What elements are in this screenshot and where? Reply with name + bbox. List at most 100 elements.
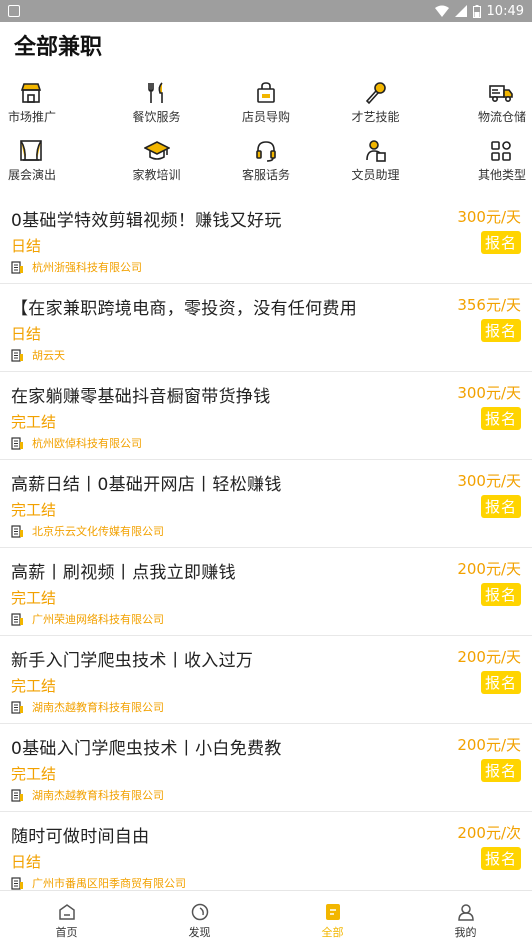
job-item[interactable]: 0基础学特效剪辑视频！赚钱又好玩 日结 杭州浙强科技有限公司 300元/天 报名 [0,196,532,284]
building-icon [11,260,23,274]
signal-icon [454,5,467,17]
job-title: 新手入门学爬虫技术丨收入过万 [11,651,254,671]
tab-all[interactable]: 全部 [266,891,399,946]
category-label: 物流仓储 [477,110,526,124]
category-label: 店员导购 [241,110,290,124]
company-info: 湖南杰越教育科技有限公司 [11,787,164,803]
apply-button[interactable]: 报名 [480,319,521,342]
tab-home[interactable]: 首页 [0,891,133,946]
category-logistics[interactable]: 物流仓储 [432,72,532,130]
company-name: 杭州欧倬科技有限公司 [32,437,142,450]
salary: 200元/天 [457,648,521,666]
stage-icon [20,140,42,161]
category-grid: 市场推广 餐饮服务 店员导购 才艺技能 物流仓储 展会演出 家教培训 客服话务 … [0,68,532,188]
company-name: 广州市番禺区阳季商贸有限公司 [32,877,186,890]
apply-button[interactable]: 报名 [480,759,521,782]
apply-button[interactable]: 报名 [480,495,521,518]
salary: 200元/天 [457,736,521,754]
job-item[interactable]: 随时可做时间自由 日结 广州市番禺区阳季商贸有限公司 200元/次 报名 [0,812,532,900]
category-talent-skills[interactable]: 才艺技能 [323,72,429,130]
category-other[interactable]: 其他类型 [432,130,532,188]
category-shop-assistant[interactable]: 店员导购 [213,72,319,130]
headset-icon [256,141,276,162]
category-row: 市场推广 餐饮服务 店员导购 才艺技能 物流仓储 [0,72,532,130]
company-info: 北京乐云文化传媒有限公司 [11,523,164,539]
category-market-promotion[interactable]: 市场推广 [0,72,100,130]
job-title: 随时可做时间自由 [11,827,150,847]
pay-type: 完工结 [11,413,57,431]
shopping-bag-icon [257,82,275,103]
tab-mine[interactable]: 我的 [399,891,532,946]
company-info: 杭州欧倬科技有限公司 [11,435,142,451]
notification-icon [8,5,20,17]
category-catering[interactable]: 餐饮服务 [104,72,210,130]
apply-button[interactable]: 报名 [480,671,521,694]
category-label: 展会演出 [8,168,57,182]
job-title: 0基础入门学爬虫技术丨小白免费教 [11,739,282,759]
bottom-tab-bar: 首页 发现 全部 我的 [0,890,532,946]
pay-type: 完工结 [11,765,57,783]
category-label: 才艺技能 [351,110,400,124]
company-info: 胡云天 [11,347,65,363]
category-tutoring[interactable]: 家教培训 [104,130,210,188]
page-header: 全部兼职 [0,22,532,68]
grid-icon [491,141,511,161]
compass-icon [191,903,208,920]
user-icon [457,903,474,921]
company-name: 湖南杰越教育科技有限公司 [32,789,164,802]
category-label: 市场推广 [8,110,57,124]
job-item[interactable]: 在家躺赚零基础抖音橱窗带货挣钱 完工结 杭州欧倬科技有限公司 300元/天 报名 [0,372,532,460]
job-list: 0基础学特效剪辑视频！赚钱又好玩 日结 杭州浙强科技有限公司 300元/天 报名… [0,196,532,900]
job-title: 高薪丨刷视频丨点我立即赚钱 [11,563,236,583]
home-icon [58,903,75,920]
truck-icon [489,85,513,103]
company-info: 广州荣迪网络科技有限公司 [11,611,164,627]
building-icon [11,788,23,802]
apply-button[interactable]: 报名 [480,407,521,430]
company-info: 湖南杰越教育科技有限公司 [11,699,164,715]
building-icon [11,700,23,714]
pay-type: 日结 [11,325,42,343]
category-customer-service[interactable]: 客服话务 [213,130,319,188]
company-info: 杭州浙强科技有限公司 [11,259,142,275]
page-title: 全部兼职 [14,35,103,60]
job-title: 高薪日结丨0基础开网店丨轻松赚钱 [11,475,282,495]
fork-knife-icon [147,82,163,103]
salary: 356元/天 [457,296,521,314]
clock: 10:49 [486,3,524,19]
job-title: 0基础学特效剪辑视频！赚钱又好玩 [11,211,282,231]
salary: 200元/次 [457,824,521,842]
building-icon [11,876,23,890]
apply-button[interactable]: 报名 [480,847,521,870]
category-label: 家教培训 [132,168,181,182]
job-item[interactable]: 高薪丨刷视频丨点我立即赚钱 完工结 广州荣迪网络科技有限公司 200元/天 报名 [0,548,532,636]
tab-label: 全部 [321,925,344,939]
apply-button[interactable]: 报名 [480,583,521,606]
job-item[interactable]: 高薪日结丨0基础开网店丨轻松赚钱 完工结 北京乐云文化传媒有限公司 300元/天… [0,460,532,548]
pay-type: 日结 [11,237,42,255]
pay-type: 日结 [11,853,42,871]
job-title: 在家躺赚零基础抖音橱窗带货挣钱 [11,387,271,407]
job-item[interactable]: 0基础入门学爬虫技术丨小白免费教 完工结 湖南杰越教育科技有限公司 200元/天… [0,724,532,812]
building-icon [11,348,23,362]
tab-discover[interactable]: 发现 [133,891,266,946]
category-label: 餐饮服务 [132,110,181,124]
status-bar: 10:49 [0,0,532,22]
company-info: 广州市番禺区阳季商贸有限公司 [11,875,186,891]
apply-button[interactable]: 报名 [480,231,521,254]
graduation-cap-icon [143,141,170,160]
company-name: 湖南杰越教育科技有限公司 [32,701,164,714]
pay-type: 完工结 [11,501,57,519]
category-exhibition[interactable]: 展会演出 [0,130,100,188]
pay-type: 完工结 [11,589,57,607]
shop-icon [20,83,42,103]
job-item[interactable]: 【在家兼职跨境电商，零投资，没有任何费用 日结 胡云天 356元/天 报名 [0,284,532,372]
microphone-icon [365,82,386,105]
company-name: 广州荣迪网络科技有限公司 [32,613,164,626]
category-clerk[interactable]: 文员助理 [323,130,429,188]
category-row: 展会演出 家教培训 客服话务 文员助理 其他类型 [0,130,532,188]
job-item[interactable]: 新手入门学爬虫技术丨收入过万 完工结 湖南杰越教育科技有限公司 200元/天 报… [0,636,532,724]
salary: 300元/天 [457,472,521,490]
pay-type: 完工结 [11,677,57,695]
building-icon [11,436,23,450]
